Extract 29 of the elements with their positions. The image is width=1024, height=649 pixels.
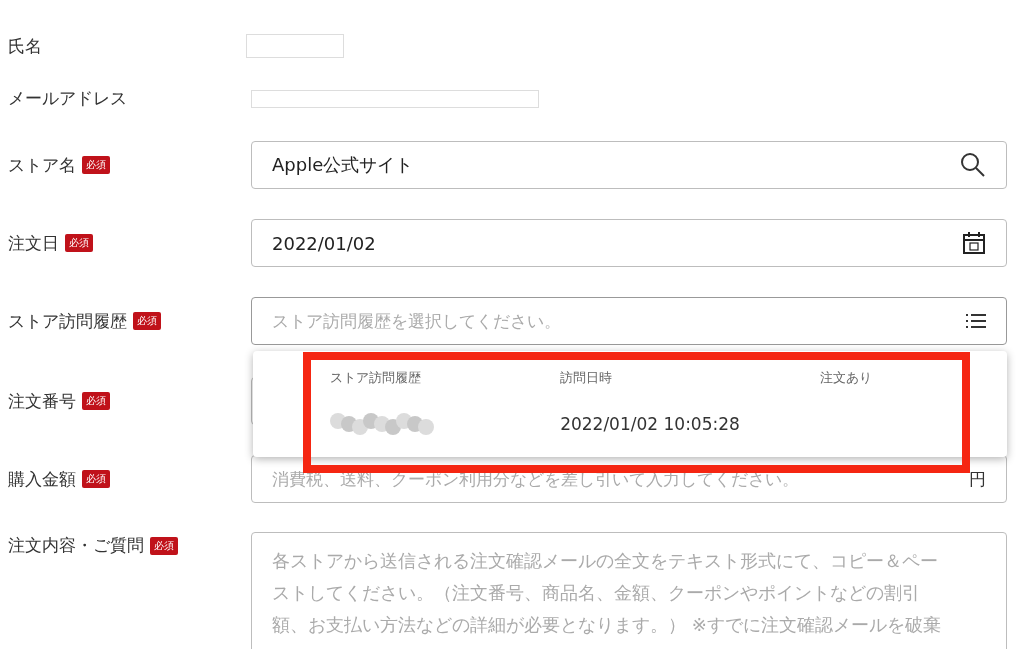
required-badge: 必須: [82, 392, 110, 410]
visit-time[interactable]: 2022/01/02 10:05:28: [560, 414, 740, 434]
required-badge: 必須: [150, 536, 178, 555]
field-label: ストア名: [8, 153, 76, 177]
column-header: 訪問日時: [560, 369, 613, 387]
unit-label: 円: [969, 467, 986, 491]
field-placeholder: ストア訪問履歴を選択してください。: [272, 309, 561, 333]
column-header: 注文あり: [820, 369, 873, 387]
input-field[interactable]: Apple公式サイト: [251, 141, 1007, 189]
list-icon[interactable]: [966, 313, 986, 329]
field-label: 購入金額: [8, 467, 76, 491]
input-field[interactable]: 2022/01/02: [251, 219, 1007, 267]
required-badge: 必須: [133, 312, 161, 330]
required-badge: 必須: [82, 470, 110, 488]
column-header: ストア訪問履歴: [330, 369, 422, 387]
field-label: メールアドレス: [8, 87, 127, 110]
field-label: 氏名: [8, 34, 42, 58]
required-badge: 必須: [82, 156, 110, 174]
calendar-icon[interactable]: [962, 231, 986, 255]
name-field[interactable]: [246, 34, 344, 58]
field-label: 注文番号: [8, 389, 76, 413]
field-value: Apple公式サイト: [272, 153, 414, 177]
search-icon[interactable]: [960, 152, 986, 178]
field-label: 注文内容・ご質問: [8, 534, 144, 557]
field-value: 2022/01/02: [272, 232, 376, 254]
field-label: 注文日: [8, 231, 59, 255]
field-label: ストア訪問履歴: [8, 309, 127, 333]
text-area[interactable]: 各ストアから送信される注文確認メールの全文をテキスト形式にて、コピー＆ペーストしてください。（注文番号、商品名、金額、クーポンやポイントなどの割引額、お支払い方法などの詳細が必要となります。） ※すでに注文確認メールを破棄: [251, 532, 1007, 649]
required-badge: 必須: [65, 234, 93, 252]
